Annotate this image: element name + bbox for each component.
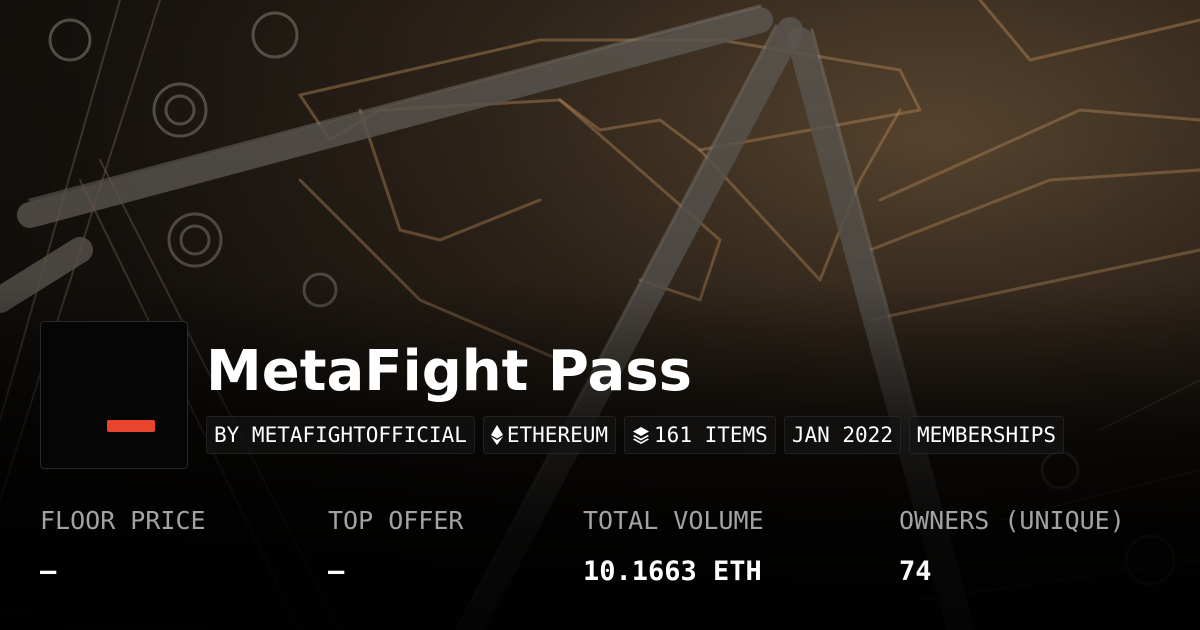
creator-tag[interactable]: BY METAFIGHTOFFICIAL (206, 416, 475, 454)
creator-label: BY METAFIGHTOFFICIAL (214, 423, 467, 447)
collection-tags: BY METAFIGHTOFFICIAL ETHEREUM 161 ITEMS … (206, 416, 1065, 454)
items-tag: 161 ITEMS (624, 416, 776, 454)
collection-title: MetaFight Pass (206, 339, 692, 404)
stat-owners: OWNERS (UNIQUE) 74 (899, 505, 1125, 589)
ethereum-icon (490, 425, 503, 445)
logo-mark (107, 420, 155, 432)
stat-value: — (328, 556, 345, 587)
stat-floor-price: FLOOR PRICE — (40, 505, 206, 589)
stat-label: TOP OFFER (328, 506, 464, 535)
category-label: MEMBERSHIPS (916, 423, 1057, 447)
layers-icon (633, 427, 650, 444)
category-tag[interactable]: MEMBERSHIPS (908, 416, 1065, 454)
items-label: 161 ITEMS (654, 423, 768, 447)
stat-value: 74 (899, 556, 932, 587)
created-date-tag: JAN 2022 (783, 416, 901, 454)
stat-label: OWNERS (UNIQUE) (899, 506, 1125, 535)
collection-logo (40, 321, 188, 469)
collection-card: MetaFight Pass BY METAFIGHTOFFICIAL ETHE… (0, 0, 1200, 630)
chain-tag: ETHEREUM (482, 416, 617, 454)
stat-label: FLOOR PRICE (40, 506, 206, 535)
chain-label: ETHEREUM (506, 423, 609, 447)
created-date-label: JAN 2022 (791, 423, 893, 447)
stat-total-volume: TOTAL VOLUME 10.1663 ETH (583, 505, 764, 589)
stat-label: TOTAL VOLUME (583, 506, 764, 535)
stat-value: 10.1663 ETH (583, 556, 762, 587)
stat-value: — (40, 556, 57, 587)
stat-top-offer: TOP OFFER — (328, 505, 463, 589)
